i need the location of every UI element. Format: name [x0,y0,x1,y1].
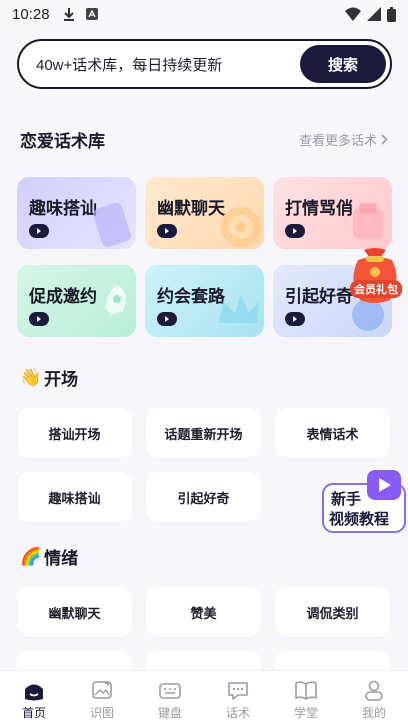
card-flirt[interactable]: 打情骂俏 [273,177,392,249]
arrow-right-icon [29,224,49,238]
wave-hand-icon: 👋 [20,367,42,388]
tutorial-line1: 新手 [331,490,362,508]
rocket-decoration-icon [105,285,126,315]
card-invite[interactable]: 促成邀约 [17,265,136,337]
tab-label: 我的 [361,705,386,720]
group-opening-title: 👋 开场 [20,365,79,391]
script-item[interactable]: 引起好奇 [146,472,261,522]
chevron-right-icon [381,134,388,145]
app-notification-icon [85,8,98,20]
tab-school[interactable]: 学堂 [272,671,340,727]
tab-scripts[interactable]: 话术 [204,671,272,727]
image-icon [92,680,112,699]
library-header: 恋爱话术库 查看更多话术 [20,127,388,152]
profile-icon [365,680,383,701]
tab-label: 学堂 [293,705,318,720]
arrow-right-icon [157,224,177,238]
card-label: 幽默聊天 [157,199,225,219]
spiral-decoration-icon [221,207,261,247]
card-pickup[interactable]: 趣味搭讪 [17,177,136,249]
group-title-label: 情绪 [44,549,79,569]
search-button[interactable]: 搜索 [300,45,386,83]
keyboard-icon [159,682,181,699]
wifi-icon [345,7,361,21]
script-item[interactable]: 表情话术 [275,408,390,458]
tab-image[interactable]: 识图 [68,671,136,727]
card-humor[interactable]: 幽默聊天 [145,177,264,249]
card-label: 打情骂俏 [285,199,353,219]
tab-profile[interactable]: 我的 [340,671,408,727]
member-gift-badge[interactable]: 会员礼包 [344,244,406,306]
search-bar[interactable]: 40w+话术库，每日持续更新 搜索 [17,39,392,89]
arrow-right-icon [285,224,305,238]
card-label: 引起好奇 [285,287,353,307]
book-icon [295,680,317,700]
heart-box-decoration-icon [353,203,383,239]
script-item[interactable]: 幽默聊天 [17,587,132,637]
download-icon [63,8,74,21]
search-input[interactable]: 40w+话术库，每日持续更新 [36,54,222,75]
tab-label: 键盘 [157,705,182,720]
chat-icon [228,681,248,700]
member-gift-label: 会员礼包 [350,280,402,298]
tab-label: 话术 [225,705,250,720]
script-item[interactable]: 话题重新开场 [146,408,261,458]
arrow-right-icon [285,312,305,326]
group-title-label: 开场 [44,370,79,390]
script-item[interactable]: 赞美 [146,587,261,637]
arrow-right-icon [29,312,49,326]
group-emotion-title: 🌈 情绪 [20,544,79,570]
home-icon [25,684,43,700]
tab-home[interactable]: 首页 [0,671,68,727]
tab-label: 首页 [21,705,46,720]
status-time: 10:28 [12,5,50,23]
library-title: 恋爱话术库 [20,132,105,152]
phone-decoration-icon [93,202,131,248]
card-date[interactable]: 约会套路 [145,265,264,337]
bottom-tab-bar: 首页 识图 键盘 话术 学堂 我的 [0,670,408,727]
script-item[interactable]: 调侃类别 [275,587,390,637]
crown-decoration-icon [219,295,259,323]
more-scripts-label: 查看更多话术 [298,134,377,149]
tutorial-line2: 视频教程 [329,510,390,528]
tab-label: 识图 [89,705,114,720]
script-item[interactable]: 趣味搭讪 [17,472,132,522]
more-scripts-link[interactable]: 查看更多话术 [299,130,388,149]
tab-keyboard[interactable]: 键盘 [136,671,204,727]
tutorial-video-badge[interactable]: 新手 视频教程 [321,468,407,534]
battery-icon [387,6,396,22]
signal-icon [367,7,381,21]
rainbow-icon: 🌈 [20,546,42,567]
arrow-right-icon [157,312,177,326]
script-item[interactable]: 搭讪开场 [17,408,132,458]
status-bar: 10:28 [0,0,408,28]
